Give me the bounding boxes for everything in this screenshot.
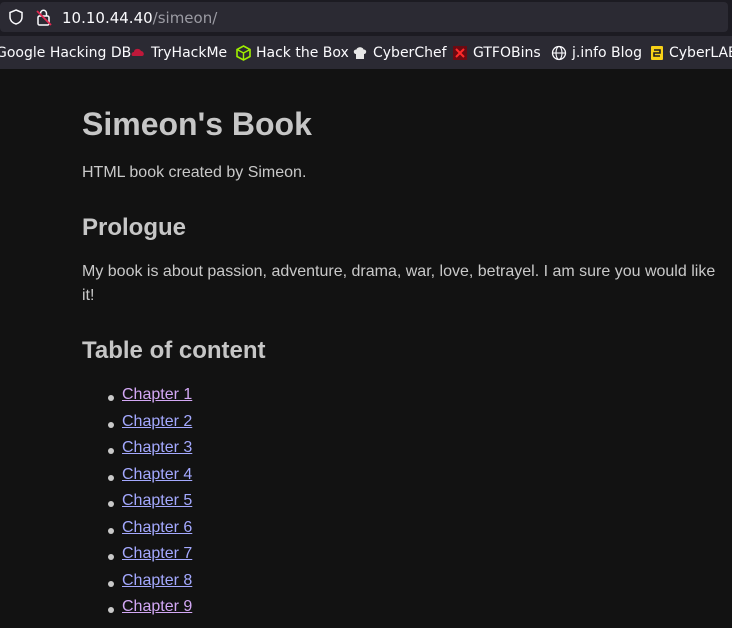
list-item: Chapter 6 — [107, 519, 192, 546]
list-item: Chapter 3 — [107, 439, 192, 466]
chapter-4-link[interactable]: Chapter 4 — [122, 466, 192, 483]
bookmark-label: Hack the Box — [256, 45, 349, 61]
chapter-2-link[interactable]: Chapter 2 — [122, 413, 192, 430]
globe-icon — [551, 45, 567, 61]
gtfobins-icon — [453, 46, 467, 60]
tryhackme-icon — [131, 48, 144, 56]
bookmark-google-hacking-db[interactable]: Google Hacking DB — [0, 44, 131, 62]
bookmark-label: j.info Blog — [572, 45, 642, 61]
insecure-lock-icon[interactable] — [36, 9, 52, 31]
chapter-7-link[interactable]: Chapter 7 — [122, 545, 192, 562]
hackthebox-icon — [236, 45, 251, 61]
chapter-9-link[interactable]: Chapter 9 — [122, 598, 192, 615]
cyberchef-icon — [353, 47, 367, 59]
page-title: Simeon's Book — [82, 106, 312, 142]
list-item: Chapter 9 — [107, 598, 192, 625]
bookmark-label: TryHackMe — [151, 45, 228, 61]
toc-heading: Table of content — [82, 337, 266, 364]
list-item: Chapter 2 — [107, 413, 192, 440]
chapter-1-link[interactable]: Chapter 1 — [122, 386, 192, 403]
bookmarks-bar: Google Hacking DB TryHackMe Hack the Box… — [0, 36, 732, 69]
url-text[interactable]: 10.10.44.40/simeon/ — [62, 9, 217, 27]
chapter-8-link[interactable]: Chapter 8 — [122, 572, 192, 589]
chapter-3-link[interactable]: Chapter 3 — [122, 439, 192, 456]
chapter-list: Chapter 1 Chapter 2 Chapter 3 Chapter 4 … — [82, 386, 192, 625]
bookmark-cyberchef[interactable]: CyberChef — [352, 44, 447, 62]
cyberlab-icon — [651, 46, 663, 60]
bookmark-label: CyberLAB — [669, 45, 732, 61]
list-item: Chapter 7 — [107, 545, 192, 572]
list-item: Chapter 1 — [107, 386, 192, 413]
prologue-text: My book is about passion, adventure, dra… — [82, 263, 716, 304]
bookmark-label: Google Hacking DB — [0, 45, 132, 61]
shield-icon[interactable] — [9, 9, 23, 30]
url-bar: 10.10.44.40/simeon/ — [0, 0, 732, 36]
bookmark-label: CyberChef — [373, 45, 447, 61]
list-item: Chapter 5 — [107, 492, 192, 519]
prologue-heading: Prologue — [82, 214, 187, 241]
bookmark-label: GTFOBins — [473, 45, 541, 61]
url-host: 10.10.44.40 — [62, 9, 153, 27]
bookmark-gtfobins[interactable]: GTFOBins — [452, 44, 541, 62]
bookmark-hack-the-box[interactable]: Hack the Box — [236, 44, 349, 62]
bookmark-jinfo-blog[interactable]: j.info Blog — [551, 44, 642, 62]
url-path: /simeon/ — [152, 9, 218, 27]
page-subtitle: HTML book created by Simeon. — [82, 164, 307, 181]
chapter-5-link[interactable]: Chapter 5 — [122, 492, 192, 509]
page-content: Simeon's Book HTML book created by Simeo… — [0, 69, 732, 628]
chapter-6-link[interactable]: Chapter 6 — [122, 519, 192, 536]
address-field[interactable]: 10.10.44.40/simeon/ — [0, 2, 728, 32]
bookmark-cyberlab[interactable]: CyberLAB — [650, 44, 732, 62]
list-item: Chapter 4 — [107, 466, 192, 493]
list-item: Chapter 8 — [107, 572, 192, 599]
bookmark-tryhackme[interactable]: TryHackMe — [130, 44, 227, 62]
